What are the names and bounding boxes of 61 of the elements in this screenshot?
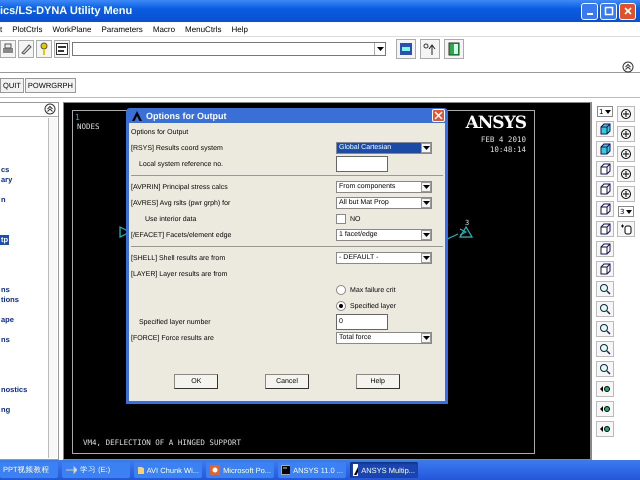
window-number: 1 [75,113,80,122]
slides-icon [209,464,220,476]
cube-icon[interactable] [596,241,614,257]
maximize-button[interactable] [600,2,617,20]
logo: ANSYS [466,113,526,133]
caret-icon [422,146,430,150]
menu-item[interactable]: WorkPlane [52,24,92,34]
caret-icon [626,210,632,214]
key-icon[interactable] [36,40,52,58]
caret-icon [422,256,430,260]
menu-item[interactable]: t [0,24,2,34]
caret-icon [605,110,611,114]
magnifier-icon[interactable] [596,361,614,377]
menu-item[interactable]: Parameters [101,24,143,34]
caret-icon [422,336,430,340]
radio-button[interactable] [336,301,346,311]
window-title: ics/LS-DYNA Utility Menu [0,5,132,17]
collapse-icon[interactable] [44,103,56,115]
input-field[interactable] [336,156,388,172]
ansys-icon [353,464,358,476]
magnifier-icon[interactable] [596,321,614,337]
close-icon [622,6,632,16]
printer-icon[interactable] [0,40,16,58]
cube-icon[interactable] [596,141,614,157]
folder-icon [137,465,144,475]
radio-button[interactable] [336,285,346,295]
pencil-icon[interactable] [18,40,34,58]
dialog-title: Options for Output [146,110,228,120]
close-button[interactable] [432,109,445,122]
scroll-bar[interactable] [48,118,57,458]
cube-icon[interactable] [596,261,614,277]
cube-icon[interactable] [596,121,614,137]
caret-icon [422,201,430,205]
ansys-icon [131,110,143,121]
menu-item[interactable]: MenuCtrls [185,24,222,34]
maximize-icon [604,6,614,16]
command-input[interactable] [72,42,386,56]
cube-icon[interactable] [596,221,614,237]
magnifier-icon[interactable] [596,281,614,297]
menu-item[interactable]: Help [232,24,248,34]
support-symbol [459,225,473,239]
book-icon[interactable] [444,39,464,59]
close-button[interactable] [619,2,636,20]
minimize-icon [586,13,592,15]
command-icon[interactable] [54,40,70,58]
menu-item[interactable]: Macro [152,24,176,34]
cube-icon[interactable] [596,161,614,177]
cube-icon[interactable] [596,181,614,197]
caret-icon [422,233,430,237]
mouse-icon[interactable] [617,221,635,237]
menu-item[interactable]: PlotCtrls [12,24,42,34]
magnifier-icon[interactable] [596,301,614,317]
checkbox[interactable] [336,214,346,224]
console-icon [281,465,290,475]
close-icon [434,111,443,120]
magnifier-icon[interactable] [596,341,614,357]
caret-icon [422,185,430,189]
collapse-icon[interactable] [622,61,634,73]
caret-icon [376,47,384,51]
cube-icon[interactable] [596,201,614,217]
minimize-button[interactable] [581,2,598,20]
